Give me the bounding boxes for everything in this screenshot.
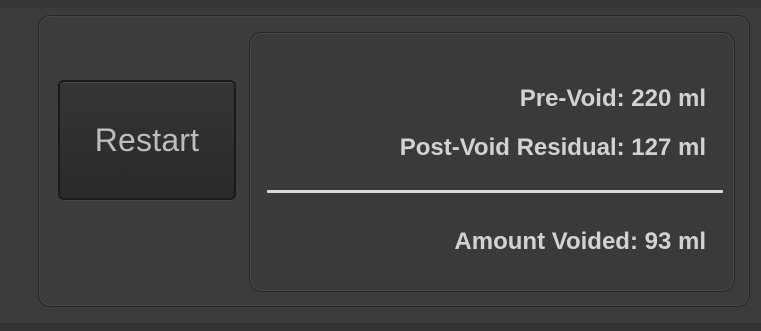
restart-button[interactable]: Restart (58, 80, 236, 200)
bottom-strip (0, 323, 761, 331)
post-void-residual-value: Post-Void Residual: 127 ml (399, 134, 706, 161)
screen-background: Restart Pre-Void: 220 ml Post-Void Resid… (0, 0, 761, 331)
pre-void-value: Pre-Void: 220 ml (519, 85, 706, 112)
amount-voided-value: Amount Voided: 93 ml (454, 228, 706, 255)
results-divider (267, 190, 723, 193)
results-panel: Pre-Void: 220 ml Post-Void Residual: 127… (249, 32, 735, 292)
restart-button-label: Restart (94, 121, 200, 158)
top-strip (0, 0, 761, 8)
